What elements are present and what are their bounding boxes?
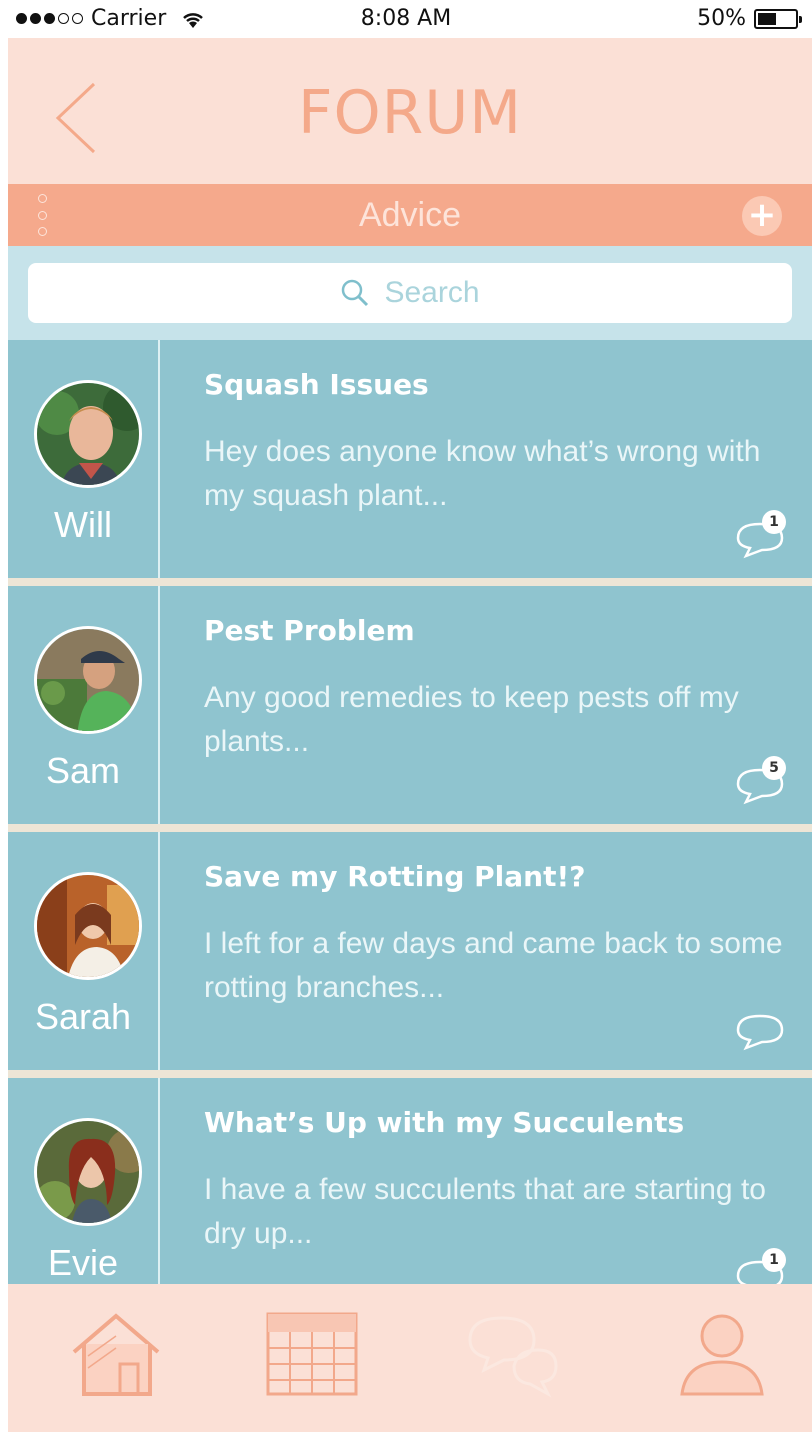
post-title[interactable]: Save my Rotting Plant!?	[204, 860, 585, 893]
status-bar: Carrier 8:08 AM 50%	[0, 0, 812, 38]
author-name: Evie	[47, 1242, 119, 1283]
avatar[interactable]	[34, 1118, 142, 1226]
post-preview: Hey does anyone know what’s wrong with m…	[204, 435, 761, 512]
comment-count-badge: 1	[762, 1248, 786, 1272]
calendar-icon[interactable]	[262, 1306, 362, 1402]
home-icon[interactable]	[66, 1306, 166, 1402]
chat-bubbles-icon[interactable]	[462, 1306, 562, 1402]
battery-percent: 50%	[697, 6, 746, 31]
list-item[interactable]: Sarah Save my Rotting Plant!? I left for…	[8, 832, 812, 1070]
search-placeholder: Search	[384, 276, 480, 309]
page-title: FORUM	[297, 78, 523, 148]
battery-icon	[754, 8, 802, 29]
avatar[interactable]	[34, 380, 142, 488]
search-area: Search	[8, 246, 812, 340]
add-post-button[interactable]: +	[742, 196, 782, 236]
category-title: Advice	[358, 196, 462, 234]
author-name: Sam	[45, 750, 121, 791]
avatar[interactable]	[34, 872, 142, 980]
row-divider	[158, 586, 160, 824]
post-preview: I have a few succulents that are startin…	[204, 1173, 766, 1250]
row-divider	[158, 1078, 160, 1284]
post-title[interactable]: Pest Problem	[204, 614, 415, 647]
status-time: 8:08 AM	[360, 6, 452, 31]
post-preview: I left for a few days and came back to s…	[204, 927, 783, 1004]
plus-circle-icon: +	[747, 195, 777, 235]
comment-button[interactable]	[732, 1008, 788, 1052]
post-preview: Any good remedies to keep pests off my p…	[204, 681, 739, 758]
list-item[interactable]: Evie What’s Up with my Succulents I have…	[8, 1078, 812, 1284]
post-title[interactable]: What’s Up with my Succulents	[204, 1106, 684, 1139]
post-title[interactable]: Squash Issues	[204, 368, 429, 401]
app-header: FORUM	[8, 38, 812, 184]
list-item[interactable]: Sam Pest Problem Any good remedies to ke…	[8, 586, 812, 824]
tab-bar	[8, 1284, 812, 1432]
row-divider	[158, 340, 160, 578]
profile-icon[interactable]	[672, 1306, 772, 1402]
post-list: Will Squash Issues Hey does anyone know …	[8, 340, 812, 1284]
category-bar: Advice +	[8, 184, 812, 246]
battery-fill	[758, 12, 776, 25]
list-item[interactable]: Will Squash Issues Hey does anyone know …	[8, 340, 812, 578]
comment-count-badge: 5	[762, 756, 786, 780]
author-name: Will	[54, 504, 112, 545]
row-divider	[158, 832, 160, 1070]
author-name: Sarah	[34, 996, 132, 1037]
avatar[interactable]	[34, 626, 142, 734]
battery-group: 50%	[697, 6, 802, 31]
search-icon	[342, 279, 369, 307]
search-input[interactable]: Search	[28, 263, 792, 323]
comment-count-badge: 1	[762, 510, 786, 534]
